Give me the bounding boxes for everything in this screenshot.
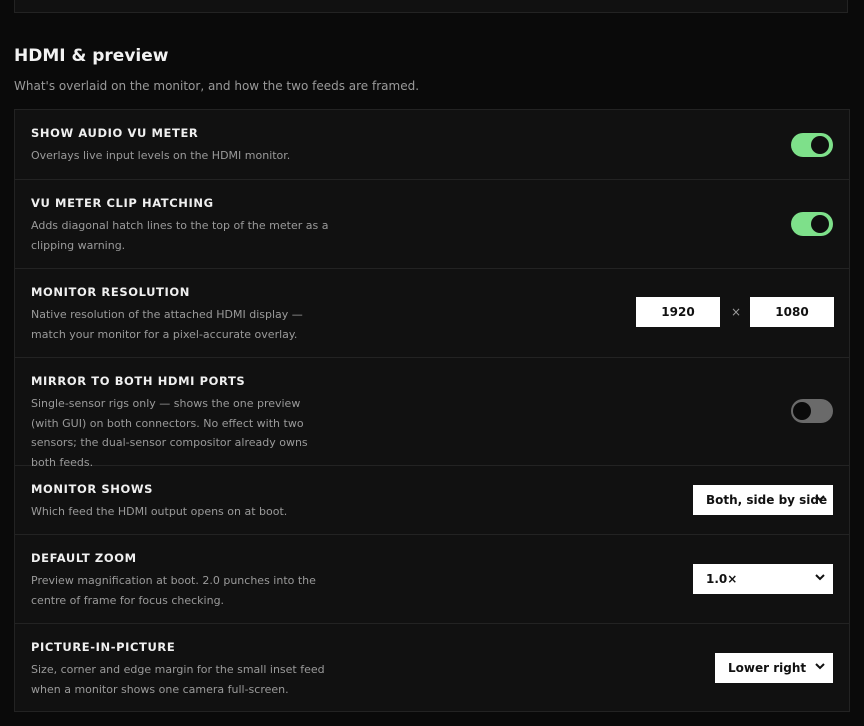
setting-row-mirror-hdmi: Mirror to both HDMI ports Single-sensor … — [15, 358, 849, 469]
section-subtitle: What's overlaid on the monitor, and how … — [14, 79, 420, 93]
setting-description: Native resolution of the attached HDMI d… — [31, 308, 303, 341]
toggle-knob — [793, 402, 811, 420]
setting-row-monitor-shows: Monitor shows Which feed the HDMI output… — [15, 466, 849, 535]
toggle-knob — [811, 215, 829, 233]
chevron-down-icon — [815, 495, 825, 502]
monitor-shows-select[interactable]: Both, side by side — [693, 485, 833, 515]
setting-label: Mirror to both HDMI ports — [31, 374, 246, 388]
setting-row-default-zoom: Default zoom Preview magnification at bo… — [15, 535, 849, 624]
setting-row-pip: Picture-in-picture Size, corner and edge… — [15, 624, 849, 712]
select-value: Lower right — [728, 661, 807, 675]
setting-description: Preview magnification at boot. 2.0 punch… — [31, 574, 316, 607]
setting-description: Which feed the HDMI output opens on at b… — [31, 505, 288, 518]
section-title: HDMI & preview — [14, 46, 169, 66]
previous-section-card — [14, 0, 848, 13]
setting-description: Overlays live input levels on the HDMI m… — [31, 149, 291, 162]
resolution-height-input[interactable] — [750, 297, 834, 327]
resolution-width-input[interactable] — [636, 297, 720, 327]
clip-hatching-toggle[interactable] — [791, 212, 833, 236]
select-value: 1.0× — [706, 572, 738, 586]
setting-description: Size, corner and edge margin for the sma… — [31, 663, 325, 696]
setting-description: Single-sensor rigs only — shows the one … — [31, 397, 308, 469]
setting-row-audio-vu: Show audio VU meter Overlays live input … — [15, 110, 849, 180]
hdmi-settings-panel: Show audio VU meter Overlays live input … — [14, 109, 850, 712]
default-zoom-select[interactable]: 1.0× — [693, 564, 833, 594]
setting-row-clip-hatching: VU meter clip hatching Adds diagonal hat… — [15, 180, 849, 269]
setting-label: Show audio VU meter — [31, 126, 199, 140]
setting-label: Picture-in-picture — [31, 640, 176, 654]
setting-label: Monitor resolution — [31, 285, 190, 299]
setting-description: Adds diagonal hatch lines to the top of … — [31, 219, 329, 252]
toggle-knob — [811, 136, 829, 154]
setting-label: VU meter clip hatching — [31, 196, 214, 210]
chevron-down-icon — [815, 663, 825, 670]
mirror-hdmi-toggle[interactable] — [791, 399, 833, 423]
select-value: Both, side by side — [706, 493, 828, 507]
setting-label: Monitor shows — [31, 482, 154, 496]
pip-select[interactable]: Lower right — [715, 653, 833, 683]
audio-vu-toggle[interactable] — [791, 133, 833, 157]
resolution-separator: × — [731, 305, 742, 319]
setting-row-monitor-resolution: Monitor resolution Native resolution of … — [15, 269, 849, 358]
setting-label: Default zoom — [31, 551, 137, 565]
chevron-down-icon — [815, 574, 825, 581]
